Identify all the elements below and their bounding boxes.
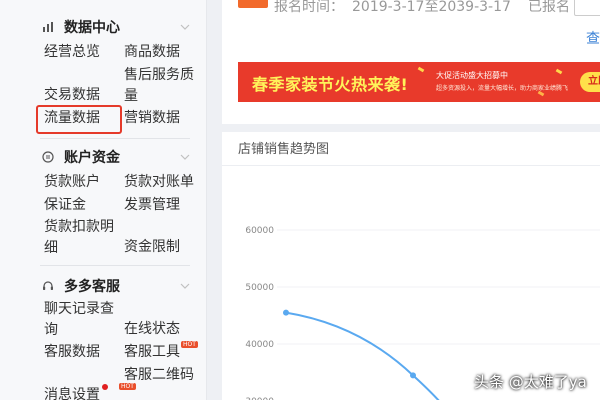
nav-cs-data[interactable]: 客服数据 [44,341,100,363]
hot-badge: HOT [181,341,198,348]
banner-title: 春季家装节火热来袭! [252,75,409,94]
section-customer-service[interactable]: 多多客服 [40,275,120,297]
chevron-down-icon[interactable] [180,22,190,32]
section-data-center[interactable]: 数据中心 [40,16,120,38]
nav-online-status[interactable]: 在线状态 [124,318,180,340]
sales-trend-card: 店铺销售趋势图 60000500004000030000 [222,132,600,400]
section-account-funds[interactable]: 账户资金 [40,146,120,168]
register-now-button[interactable]: 立即报名 [580,72,600,92]
banner-description: 超多资源投入，流量大幅增长，助力商家业绩腾飞 [436,85,569,92]
y-tick-label: 60000 [245,226,274,236]
notification-dot [102,384,108,390]
registration-time-label: 报名时间： [274,0,344,15]
section-title: 账户资金 [64,150,120,166]
nav-cs-tools[interactable]: 客服工具 HOT [124,341,198,363]
chevron-down-icon[interactable] [180,281,190,291]
watermark: 头条 @太难了ya [474,373,587,391]
nav-deposit[interactable]: 保证金 [44,194,86,216]
nav-deduction-details[interactable]: 货款扣款明细 [44,217,120,259]
divider [40,265,190,266]
bar-chart-icon [40,19,56,35]
nav-product-data[interactable]: 商品数据 [124,41,180,63]
series-line [285,311,440,400]
banner-subtitle: 大促活动盛大招募中 [436,71,508,80]
section-title: 数据中心 [64,20,120,36]
headset-icon [40,278,56,294]
nav-payment-statement[interactable]: 货款对账单 [124,171,194,193]
action-button[interactable] [574,0,600,16]
sales-trend-chart: 60000500004000030000 [245,226,600,400]
y-tick-label: 40000 [245,340,274,350]
registered-status: 已报名 [528,0,570,15]
nav-business-overview[interactable]: 经营总览 [44,41,100,63]
y-tick-label: 50000 [245,283,274,293]
chevron-down-icon[interactable] [180,152,190,162]
nav-marketing-data[interactable]: 营销数据 [124,107,180,129]
promo-banner[interactable]: 春季家装节火热来袭! 大促活动盛大招募中 超多资源投入，流量大幅增长，助力商家业… [238,62,600,102]
nav-invoice-management[interactable]: 发票管理 [124,194,180,216]
section-title: 多多客服 [64,279,120,295]
nav-payment-account[interactable]: 货款账户 [44,171,100,193]
nav-after-sales-quality[interactable]: 售后服务质量 [124,65,204,107]
main-content: 报名时间： 2019-3-17至2039-3-17 已报名 查 春季家装节火热来… [222,0,600,400]
confetti-shape [417,66,425,73]
nav-trade-data[interactable]: 交易数据 [44,84,100,106]
money-circle-icon [40,149,56,165]
nav-label: 客服工具 [124,344,180,360]
highlight-box [36,105,122,134]
nav-fund-limits[interactable]: 资金限制 [124,236,180,258]
data-point[interactable] [283,309,289,316]
confetti-shape [555,68,563,75]
nav-label: 消息设置 [44,387,100,400]
activity-card: 报名时间： 2019-3-17至2039-3-17 已报名 查 春季家装节火热来… [222,0,600,124]
view-link[interactable]: 查 [586,28,600,48]
data-point[interactable] [410,372,416,379]
divider [40,138,190,139]
nav-message-settings[interactable]: 消息设置 [44,384,108,400]
hot-badge: HOT [119,383,136,390]
sidebar: 数据中心 经营总览 商品数据 交易数据 售后服务质量 流量数据 营销数据 账户资… [0,0,207,400]
nav-chat-history[interactable]: 聊天记录查询 [44,299,120,341]
activity-logo [238,0,268,8]
registration-time-value: 2019-3-17至2039-3-17 [352,0,511,15]
